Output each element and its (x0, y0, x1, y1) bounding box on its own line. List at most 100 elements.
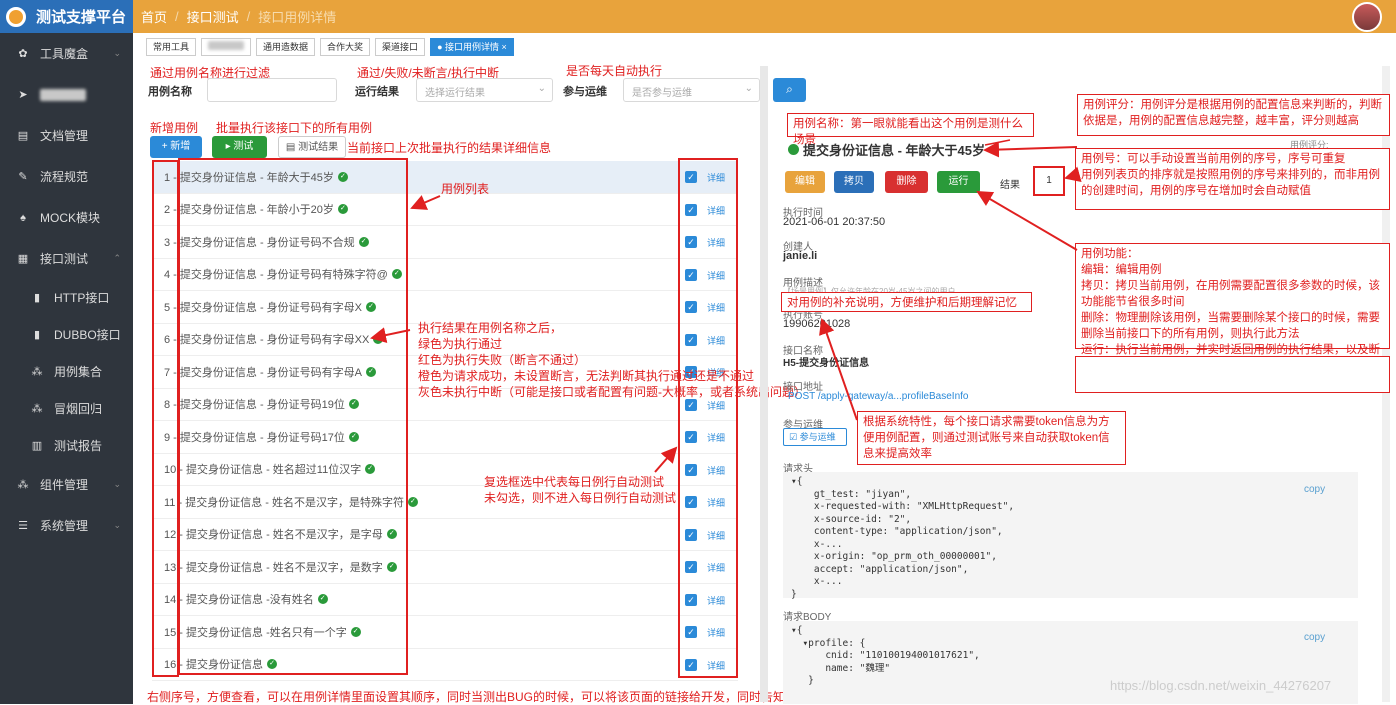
annotation-checkbox: 复选框选中代表每日例行自动测试 未勾选，则不进入每日例行自动测试 (484, 475, 677, 505)
sidebar-item-process[interactable]: ✎ 流程规范 (0, 156, 133, 197)
chevron-down-icon: ⌄ (744, 83, 753, 94)
result-label: 结果 (1000, 180, 1020, 191)
annotation-list: 用例列表 (441, 182, 490, 196)
redacted-label (40, 88, 86, 101)
run-button[interactable]: 运行 (937, 171, 980, 193)
tab-bar: 常用工具 通用造数据 合作大奖 渠道接口 ● 接口用例详情 × (146, 38, 514, 56)
header-line: x-requested-with: "XMLHttpRequest", (813, 501, 1015, 512)
tab-case-detail[interactable]: ● 接口用例详情 × (430, 38, 514, 56)
delete-button[interactable]: 删除 (885, 171, 928, 193)
body-line: name: "魏理" (825, 662, 891, 674)
breadcrumb-home[interactable]: 首页 (141, 7, 167, 26)
headers-code: ▾{ gt_test: "jiyan", x-requested-with: "… (783, 472, 1358, 600)
sidebar-item-blurred[interactable]: ➤ (0, 74, 133, 115)
case-name-highlight-box (178, 158, 408, 675)
chevron-down-icon: ⌄ (537, 83, 546, 94)
sidebar-item-collections[interactable]: ⁂ 用例集合 (0, 353, 133, 390)
copy-button[interactable]: 拷贝 (834, 171, 874, 193)
edit-button[interactable]: 编辑 (785, 171, 825, 193)
bar-chart-icon: ▥ (31, 440, 43, 452)
redacted-label (208, 41, 245, 50)
chevron-up-icon: ⌃ (113, 253, 121, 263)
tab-partner[interactable]: 合作大奖 (320, 38, 371, 56)
annotation-score: 用例评分：用例评分是根据用例的配置信息来判断的，判断依据是，用例的配置信息越完整… (1077, 94, 1390, 136)
annotation-new: 新增用例 (150, 121, 199, 135)
tree-icon: ♠ (20, 211, 26, 224)
checkbox-highlight-box (678, 158, 738, 678)
doc-icon: ▤ (285, 142, 299, 153)
annotation-case-name: 用例名称：第一眼就能看出这个用例是测什么场景 (787, 113, 1034, 146)
annotation-last-result: 当前接口上次批量执行的结果详细信息 (347, 141, 552, 155)
tab-data-gen[interactable]: 通用造数据 (256, 38, 316, 56)
copy-body-link[interactable]: copy (1304, 632, 1325, 643)
avatar[interactable] (1352, 2, 1382, 32)
sidebar-item-http[interactable]: ▮ HTTP接口 (0, 279, 133, 316)
sidebar-item-mock[interactable]: ♠ MOCK模块 (0, 197, 133, 238)
file-icon: ▮ (33, 292, 41, 304)
doc-icon: ▤ (17, 130, 29, 142)
annotation-functions: 用例功能： 编辑：编辑用例 拷贝：拷贝当前用例，在用例需要配置很多参数的时候，该… (1075, 243, 1390, 372)
body-line: cnid: "110100194001017621", (825, 650, 980, 661)
sidebar-item-docs[interactable]: ▤ 文档管理 (0, 115, 133, 156)
test-result-button[interactable]: ▤ 测试结果 (278, 136, 346, 158)
search-icon: ⌕ (786, 82, 793, 96)
pass-icon: ✓ (407, 496, 418, 507)
breadcrumb-sep: / (175, 9, 179, 24)
case-name-input[interactable] (207, 78, 337, 102)
annotation-order: 用例号：可以手动设置当前用例的序号，序号可重复 用例列表页的排序就是按照用例的序… (1075, 148, 1390, 210)
tab-channel[interactable]: 渠道接口 (375, 38, 426, 56)
sidebar-item-components[interactable]: ⁂ 组件管理 ⌄ (0, 464, 133, 505)
edit-icon: ✎ (18, 171, 28, 183)
batch-test-button[interactable]: ▸ 测试 (212, 136, 267, 158)
new-case-button[interactable]: + 新增 (150, 136, 202, 158)
left-scrollbar[interactable] (760, 66, 768, 702)
org-icon: ⁂ (31, 403, 43, 415)
file-icon: ▮ (33, 329, 41, 341)
sidebar-item-smoke[interactable]: ⁂ 冒烟回归 (0, 390, 133, 427)
sidebar: 测试支撑平台 ✿ 工具魔盒 ⌄ ➤ ▤ 文档管理 ✎ 流程规范 ♠ MOCK模块 ▦ 接口测… (0, 0, 133, 704)
daily-select[interactable]: 是否参与运维 ⌄ (623, 78, 760, 102)
exec-time-value: 2021-06-01 20:37:50 (783, 216, 886, 228)
annotation-result-colors: 执行结果在用例名称之后， 绿色为执行通过 红色为执行失败（断言不通过） 橙色为请… (418, 321, 806, 399)
copy-headers-link[interactable]: copy (1304, 484, 1325, 495)
gear-icon: ✿ (18, 48, 28, 60)
header-line: x-origin: "op_prm_oth_00000001", (813, 551, 997, 562)
top-bar: 首页 / 接口测试 / 接口用例详情 (133, 0, 1396, 33)
annotation-daily: 是否每天自动执行 (566, 64, 663, 78)
org-icon: ⁂ (31, 366, 43, 378)
tab-redacted[interactable] (201, 38, 252, 56)
header-line: gt_test: "jiyan", (813, 488, 912, 500)
search-button[interactable]: ⌕ (773, 78, 806, 102)
body-line: profile: { (808, 637, 866, 649)
breadcrumb-sep: / (246, 9, 251, 24)
sidebar-nav: ✿ 工具魔盒 ⌄ ➤ ▤ 文档管理 ✎ 流程规范 ♠ MOCK模块 ▦ 接口测试 ⌃ ▮ HTT… (0, 33, 133, 546)
logo-icon (6, 6, 26, 27)
creator-value: janie.li (783, 250, 818, 262)
tab-common-tools[interactable]: 常用工具 (146, 38, 197, 56)
run-result-label: 运行结果 (355, 86, 399, 98)
order-highlight-box (152, 160, 179, 677)
case-order-input[interactable]: 1 (1033, 166, 1065, 196)
watermark: https://blog.csdn.net/weixin_44276207 (1110, 678, 1332, 693)
case-title: 提交身份证信息 - 年龄大于45岁 (788, 140, 985, 159)
run-result-select[interactable]: 选择运行结果 ⌄ (416, 78, 553, 102)
annotation-token: 根据系统特性，每个接口请求需要token信息为方便用例配置，则通过测试账号来自动… (857, 411, 1126, 465)
header-line: x-... (813, 576, 843, 587)
sidebar-item-api-test[interactable]: ▦ 接口测试 ⌃ (0, 238, 133, 279)
sidebar-item-tools[interactable]: ✿ 工具魔盒 ⌄ (0, 33, 133, 74)
api-name-value: H5-提交身份证信息 (783, 358, 870, 369)
sidebar-item-dubbo[interactable]: ▮ DUBBO接口 (0, 316, 133, 353)
chevron-down-icon: ⌄ (113, 48, 121, 58)
sidebar-item-system[interactable]: ☰ 系统管理 ⌄ (0, 505, 133, 546)
account-value: 19906201028 (783, 318, 851, 330)
header-line: accept: "application/json", (813, 563, 969, 575)
breadcrumb-api-test[interactable]: 接口测试 (187, 7, 239, 26)
sidebar-item-report[interactable]: ▥ 测试报告 (0, 427, 133, 464)
chevron-down-icon: ⌄ (113, 479, 121, 489)
api-url-value[interactable]: POST /apply-gateway/a...profileBaseInfo (788, 391, 968, 402)
list-icon: ☰ (18, 520, 28, 532)
breadcrumb-current: 接口用例详情 (258, 10, 337, 25)
case-name-label: 用例名称 (148, 86, 192, 98)
header-line: content-type: "application/json", (813, 526, 1003, 537)
daily-chip[interactable]: ☑ 参与运维 (783, 428, 847, 446)
